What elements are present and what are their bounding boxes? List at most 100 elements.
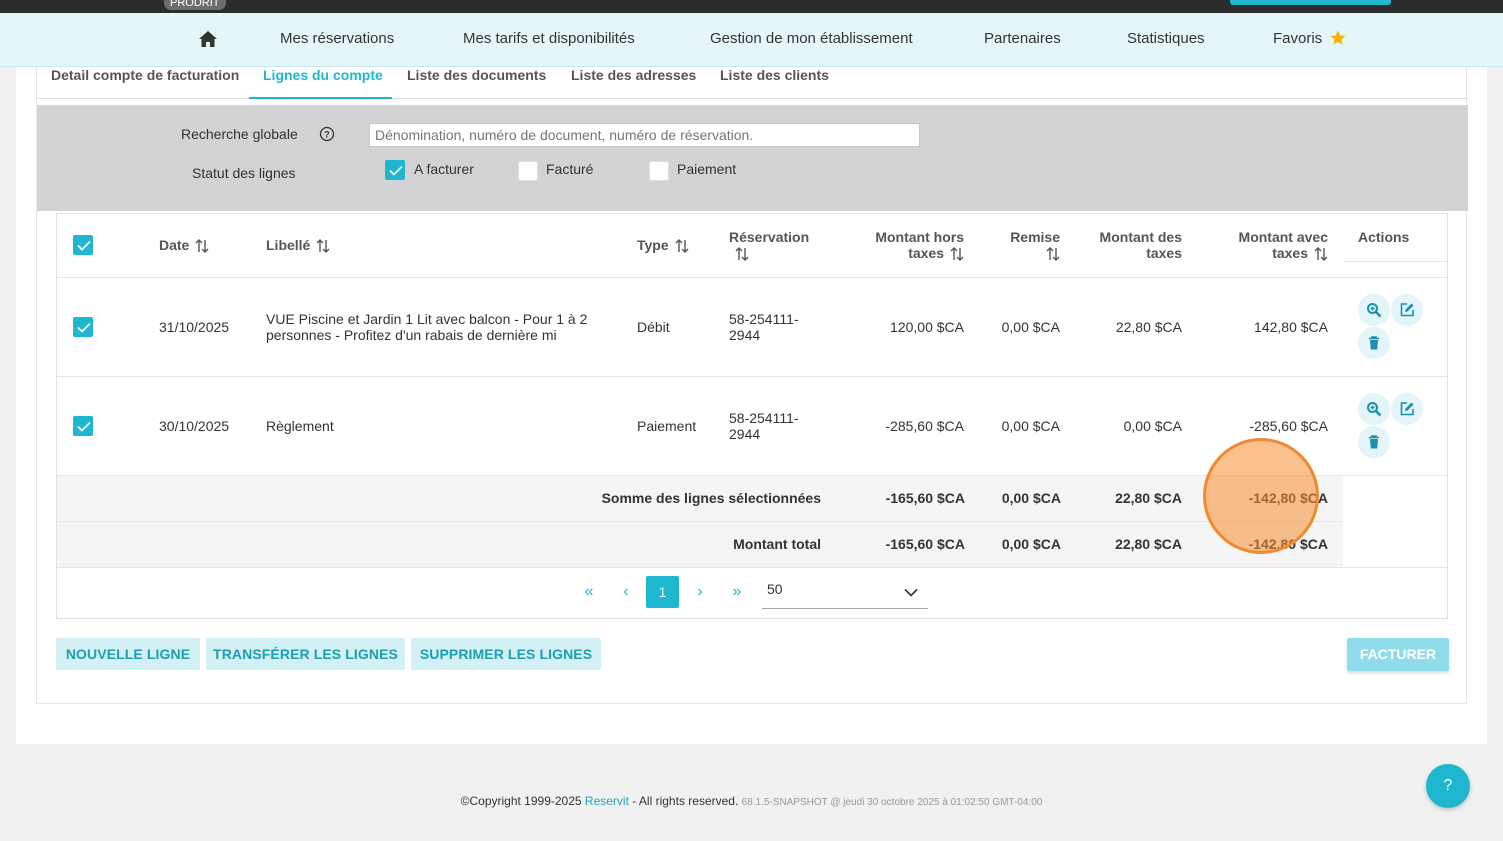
view-button[interactable] bbox=[1358, 294, 1390, 326]
new-line-button[interactable]: NOUVELLE LIGNE bbox=[56, 638, 200, 670]
status-paiement-label: Paiement bbox=[677, 161, 737, 177]
delete-button[interactable] bbox=[1358, 426, 1390, 458]
select-all-checkbox[interactable] bbox=[73, 235, 93, 255]
col-reservation-header[interactable]: Réservation bbox=[729, 229, 809, 262]
cell-reservation[interactable]: 58-254111- 2944 bbox=[729, 311, 799, 343]
status-facture-checkbox[interactable] bbox=[518, 161, 538, 181]
pagination: « ‹ 1 › » 50 bbox=[57, 568, 1447, 618]
cell-reservation[interactable]: 58-254111- 2944 bbox=[729, 410, 799, 442]
status-a-facturer-checkbox[interactable] bbox=[385, 160, 405, 180]
tab-liste-adresses[interactable]: Liste des adresses bbox=[571, 67, 696, 99]
cell-type: Paiement bbox=[637, 418, 697, 434]
trash-icon bbox=[1369, 435, 1379, 449]
divider bbox=[1343, 261, 1447, 262]
row-checkbox[interactable] bbox=[73, 416, 93, 436]
sum-selected-ht: -165,60 $CA bbox=[885, 490, 965, 506]
transfer-lines-button[interactable]: TRANSFÉRER LES LIGNES bbox=[206, 638, 405, 670]
tab-detail-compte[interactable]: Detail compte de facturation bbox=[51, 67, 239, 99]
nav-statistiques[interactable]: Statistiques bbox=[1127, 13, 1205, 65]
edit-button[interactable] bbox=[1391, 393, 1423, 425]
sort-icon[interactable] bbox=[316, 238, 330, 254]
brand-link[interactable]: Reservit bbox=[585, 794, 629, 808]
total-remise: 0,00 $CA bbox=[1001, 536, 1061, 552]
tab-bar: Detail compte de facturation Lignes du c… bbox=[37, 67, 1468, 99]
cell-libelle: Règlement bbox=[266, 418, 334, 434]
trash-icon bbox=[1369, 336, 1379, 350]
cell-type: Débit bbox=[637, 319, 670, 335]
total-label: Montant total bbox=[733, 536, 821, 552]
cell-date: 31/10/2025 bbox=[159, 319, 230, 335]
zoom-in-icon bbox=[1367, 402, 1382, 417]
first-page-button[interactable]: « bbox=[579, 576, 599, 608]
search-label: Recherche globale bbox=[181, 126, 298, 142]
cell-remise: 0,00 $CA bbox=[1001, 319, 1060, 335]
chevron-down-icon bbox=[904, 588, 918, 597]
col-type-header[interactable]: Type bbox=[637, 237, 689, 254]
col-montant-ttc-header[interactable]: Montant avec taxes bbox=[1217, 229, 1328, 262]
sort-icon[interactable] bbox=[195, 238, 209, 254]
last-page-button[interactable]: » bbox=[727, 576, 747, 608]
tab-liste-documents[interactable]: Liste des documents bbox=[407, 67, 546, 99]
top-bar-button[interactable] bbox=[1230, 0, 1391, 5]
page-size-value: 50 bbox=[767, 581, 783, 597]
edit-icon bbox=[1400, 303, 1414, 317]
status-facture-label: Facturé bbox=[546, 161, 594, 177]
global-search-input[interactable] bbox=[369, 123, 920, 147]
invoice-button[interactable]: FACTURER bbox=[1347, 638, 1449, 671]
view-button[interactable] bbox=[1358, 393, 1390, 425]
copyright-text: ©Copyright 1999-2025 bbox=[460, 794, 585, 808]
sort-icon[interactable] bbox=[675, 238, 689, 254]
col-remise-header[interactable]: Remise bbox=[987, 229, 1060, 262]
home-icon[interactable] bbox=[198, 30, 218, 48]
cell-montant-taxes: 0,00 $CA bbox=[1123, 418, 1182, 434]
tab-lignes-du-compte[interactable]: Lignes du compte bbox=[249, 67, 392, 99]
divider bbox=[57, 277, 1447, 278]
cell-montant-ht: 120,00 $CA bbox=[890, 319, 964, 335]
filter-panel: Recherche globale ? Statut des lignes A … bbox=[37, 105, 1468, 211]
next-page-button[interactable]: › bbox=[690, 576, 710, 608]
delete-lines-button[interactable]: SUPPRIMER LES LIGNES bbox=[411, 638, 601, 670]
sort-icon[interactable] bbox=[1314, 246, 1328, 262]
tab-liste-clients[interactable]: Liste des clients bbox=[720, 67, 829, 99]
nav-gestion-etablissement[interactable]: Gestion de mon établissement bbox=[710, 13, 913, 65]
status-a-facturer-label: A facturer bbox=[414, 161, 474, 177]
sum-selected-ttc: -142,80 $CA bbox=[1248, 490, 1328, 506]
nav-favoris[interactable]: Favoris bbox=[1273, 13, 1322, 65]
content-panel: Detail compte de facturation Lignes du c… bbox=[16, 67, 1487, 744]
help-circle-icon[interactable]: ? bbox=[319, 126, 335, 142]
status-paiement-checkbox[interactable] bbox=[649, 161, 669, 181]
account-lines-table: Date Libellé Type Réservation Montant ho… bbox=[56, 213, 1448, 619]
sort-icon[interactable] bbox=[735, 246, 749, 262]
prev-page-button[interactable]: ‹ bbox=[616, 576, 636, 608]
col-date-header[interactable]: Date bbox=[159, 237, 209, 254]
col-libelle-header[interactable]: Libellé bbox=[266, 237, 330, 254]
sort-icon[interactable] bbox=[1046, 246, 1060, 262]
account-lines-panel: Detail compte de facturation Lignes du c… bbox=[36, 67, 1468, 704]
sum-selected-label: Somme des lignes sélectionnées bbox=[601, 490, 821, 506]
cell-montant-ttc: 142,80 $CA bbox=[1254, 319, 1328, 335]
help-button[interactable]: ? bbox=[1426, 764, 1470, 808]
divider bbox=[57, 376, 1447, 377]
nav-partenaires[interactable]: Partenaires bbox=[984, 13, 1061, 65]
total-taxes: 22,80 $CA bbox=[1115, 536, 1182, 552]
cell-montant-ht: -285,60 $CA bbox=[885, 418, 964, 434]
row-checkbox[interactable] bbox=[73, 317, 93, 337]
page-size-select[interactable]: 50 bbox=[762, 574, 928, 609]
check-icon bbox=[77, 421, 91, 432]
nav-mes-reservations[interactable]: Mes réservations bbox=[280, 13, 394, 65]
page-1-button[interactable]: 1 bbox=[646, 576, 679, 608]
total-ttc: -142,80 $CA bbox=[1248, 536, 1328, 552]
col-montant-ht-header[interactable]: Montant hors taxes bbox=[847, 229, 964, 262]
nav-mes-tarifs[interactable]: Mes tarifs et disponibilités bbox=[463, 13, 635, 65]
cell-libelle: VUE Piscine et Jardin 1 Lit avec balcon … bbox=[266, 311, 588, 343]
check-icon bbox=[77, 322, 91, 333]
edit-button[interactable] bbox=[1391, 294, 1423, 326]
cell-date: 30/10/2025 bbox=[159, 418, 230, 434]
rights-text: - All rights reserved. bbox=[628, 794, 742, 808]
sum-selected-remise: 0,00 $CA bbox=[1001, 490, 1061, 506]
check-icon bbox=[77, 240, 91, 251]
delete-button[interactable] bbox=[1358, 327, 1390, 359]
sum-selected-taxes: 22,80 $CA bbox=[1115, 490, 1182, 506]
top-bar: PRODRIT bbox=[0, 0, 1503, 13]
sort-icon[interactable] bbox=[950, 246, 964, 262]
